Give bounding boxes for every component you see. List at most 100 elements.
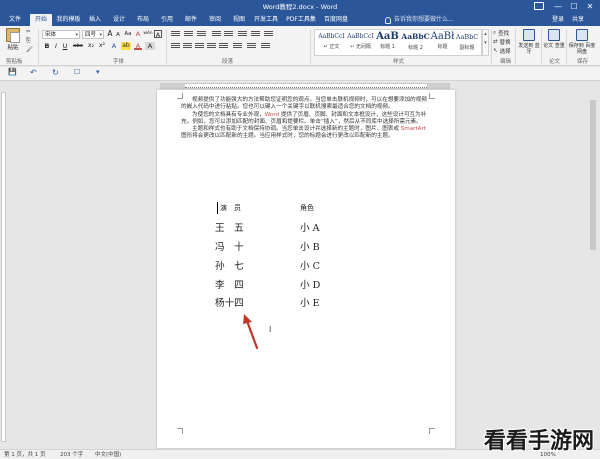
paste-button[interactable]: 粘贴 bbox=[3, 28, 23, 51]
ribbon-display-options-icon[interactable] bbox=[534, 2, 544, 10]
borders-icon[interactable] bbox=[261, 42, 270, 50]
tab-home[interactable]: 开始 bbox=[30, 14, 52, 26]
tab-insert[interactable]: 插入 bbox=[86, 14, 104, 26]
shading-icon[interactable] bbox=[247, 42, 256, 50]
strikethrough-button[interactable]: abc bbox=[72, 42, 84, 50]
close-button[interactable]: ✕ bbox=[582, 0, 598, 12]
style-name: 副标题 bbox=[459, 45, 475, 51]
decrease-indent-icon[interactable] bbox=[212, 30, 221, 38]
change-case-button[interactable]: Aa bbox=[123, 30, 133, 38]
format-painter-button[interactable]: 🖌 bbox=[26, 47, 33, 53]
tab-design[interactable]: 设计 bbox=[110, 14, 128, 26]
tab-file[interactable]: 文件 bbox=[4, 14, 26, 26]
group-separator bbox=[491, 29, 492, 64]
subscript-button[interactable]: x₂ bbox=[86, 42, 96, 50]
document-page[interactable]: 视频提供了功能强大的方法帮助您证明您的观点。当您单击联机视频时，可以在想要添加的… bbox=[157, 90, 455, 448]
show-marks-icon[interactable] bbox=[264, 30, 273, 38]
style-subtitle[interactable]: AaBbC 副标题 bbox=[452, 30, 482, 56]
font-size-value: 四号 bbox=[85, 32, 97, 38]
bullets-icon[interactable] bbox=[171, 30, 180, 38]
tell-me-text: 告诉我你想要做什么... bbox=[394, 16, 454, 23]
select-button[interactable]: ↖ 选择 bbox=[493, 47, 511, 55]
multilevel-list-icon[interactable] bbox=[197, 30, 206, 38]
bold-button[interactable]: B bbox=[43, 42, 51, 50]
tab-layout[interactable]: 布局 bbox=[134, 14, 152, 26]
tab-my-templates[interactable]: 我的模板 bbox=[55, 14, 82, 26]
font-name-combo[interactable]: 宋体 ▾ bbox=[42, 30, 80, 39]
redo-icon[interactable]: ↻ bbox=[52, 68, 59, 77]
vertical-ruler[interactable] bbox=[0, 90, 7, 447]
ruler-ticks bbox=[185, 87, 427, 88]
align-left-icon[interactable] bbox=[171, 42, 180, 50]
distributed-icon[interactable] bbox=[219, 42, 228, 50]
roster-header-actor: 演 员 bbox=[220, 204, 241, 212]
justify-icon[interactable] bbox=[207, 42, 216, 50]
align-right-icon[interactable] bbox=[195, 42, 204, 50]
chinese-layout-icon[interactable] bbox=[238, 30, 247, 38]
tab-pdf-tools[interactable]: PDF工具集 bbox=[283, 14, 319, 26]
tab-mailings[interactable]: 邮件 bbox=[182, 14, 200, 26]
align-center-icon[interactable] bbox=[183, 42, 192, 50]
highlight-button[interactable]: ab bbox=[121, 42, 131, 50]
customize-qat-icon[interactable]: ▾ bbox=[96, 68, 100, 76]
copy-button[interactable]: ⎘ bbox=[26, 38, 30, 45]
tell-me-box[interactable]: 告诉我你想要做什么... bbox=[385, 15, 454, 25]
numbering-icon[interactable] bbox=[184, 30, 193, 38]
tab-review[interactable]: 审阅 bbox=[206, 14, 224, 26]
tab-references[interactable]: 引用 bbox=[158, 14, 176, 26]
phonetic-guide-button[interactable]: wén bbox=[143, 30, 153, 38]
cut-button[interactable]: ✂ bbox=[26, 29, 31, 35]
share-button[interactable]: 共享 bbox=[572, 14, 584, 26]
sign-in-link[interactable]: 登录 bbox=[552, 14, 564, 26]
font-color-button[interactable]: A bbox=[134, 42, 142, 50]
annotation-arrow bbox=[243, 314, 259, 350]
text-effects-button[interactable]: A bbox=[110, 42, 118, 50]
line-spacing-icon[interactable] bbox=[233, 42, 242, 50]
scrollbar-thumb[interactable] bbox=[590, 100, 596, 250]
chevron-down-icon: ▾ bbox=[75, 32, 78, 38]
font-size-combo[interactable]: 四号 ▾ bbox=[82, 30, 104, 39]
clear-formatting-button[interactable]: A bbox=[134, 30, 142, 38]
group-separator bbox=[541, 29, 542, 64]
save-to-baidu-button[interactable]: 保存到 百度网盘 bbox=[568, 29, 596, 55]
underline-button[interactable]: U bbox=[61, 42, 69, 50]
document-body[interactable]: 视频提供了功能强大的方法帮助您证明您的观点。当您单击联机视频时，可以在想要添加的… bbox=[181, 97, 431, 141]
minimize-button[interactable]: — bbox=[550, 0, 566, 12]
style-sample: AaBbC bbox=[455, 33, 479, 41]
tab-baidu-netdisk[interactable]: 百度网盘 bbox=[323, 14, 349, 26]
send-bluetooth-button[interactable]: 发送到 蓝牙 bbox=[518, 29, 540, 55]
italic-button[interactable]: I bbox=[52, 42, 60, 50]
horizontal-ruler[interactable] bbox=[0, 82, 600, 90]
ruler-left-margin bbox=[161, 84, 185, 88]
maximize-button[interactable]: ☐ bbox=[566, 0, 582, 12]
superscript-button[interactable]: x² bbox=[97, 42, 107, 50]
group-separator bbox=[38, 29, 39, 64]
tab-developer[interactable]: 开发工具 bbox=[253, 14, 279, 26]
tab-view[interactable]: 视图 bbox=[230, 14, 248, 26]
language[interactable]: 中文(中国) bbox=[95, 450, 121, 459]
paragraph-2: 为使您的文档具有专业外观，Word 提供了页眉、页脚、封面和文本框设计，这些设计… bbox=[181, 112, 431, 127]
word-count[interactable]: 203 个字 bbox=[60, 450, 83, 459]
shrink-font-button[interactable]: A bbox=[114, 31, 122, 39]
chevron-down-icon: ▾ bbox=[99, 32, 102, 38]
find-label: 查找 bbox=[498, 31, 510, 37]
paragraph-text: 为使您的文档具有专业外观， bbox=[192, 111, 265, 118]
character-shading-button[interactable]: A bbox=[145, 42, 155, 50]
increase-indent-icon[interactable] bbox=[224, 30, 233, 38]
page-count[interactable]: 第 1 页，共 1 页 bbox=[4, 450, 46, 459]
touch-mode-icon[interactable]: ☐ bbox=[74, 68, 80, 76]
undo-icon[interactable]: ↶ bbox=[30, 68, 37, 77]
find-button[interactable]: ⌕ 查找 bbox=[493, 29, 510, 38]
sort-icon[interactable] bbox=[251, 30, 260, 38]
character-border-button[interactable]: A bbox=[154, 30, 162, 39]
plagiarism-check-button[interactable]: 论文 查重 bbox=[543, 29, 565, 49]
save-icon[interactable]: 💾 bbox=[8, 68, 17, 76]
grow-font-button[interactable]: A bbox=[106, 30, 114, 38]
paste-label: 粘贴 bbox=[7, 45, 19, 51]
vertical-scrollbar[interactable] bbox=[588, 90, 598, 447]
window-title: Word教程2.docx - Word bbox=[262, 3, 338, 11]
group-separator bbox=[310, 29, 311, 64]
styles-more-button[interactable]: ▴ ▾ bbox=[482, 29, 489, 56]
replace-button[interactable]: ⇄ 替换 bbox=[493, 38, 511, 46]
margin-mark bbox=[177, 428, 183, 434]
